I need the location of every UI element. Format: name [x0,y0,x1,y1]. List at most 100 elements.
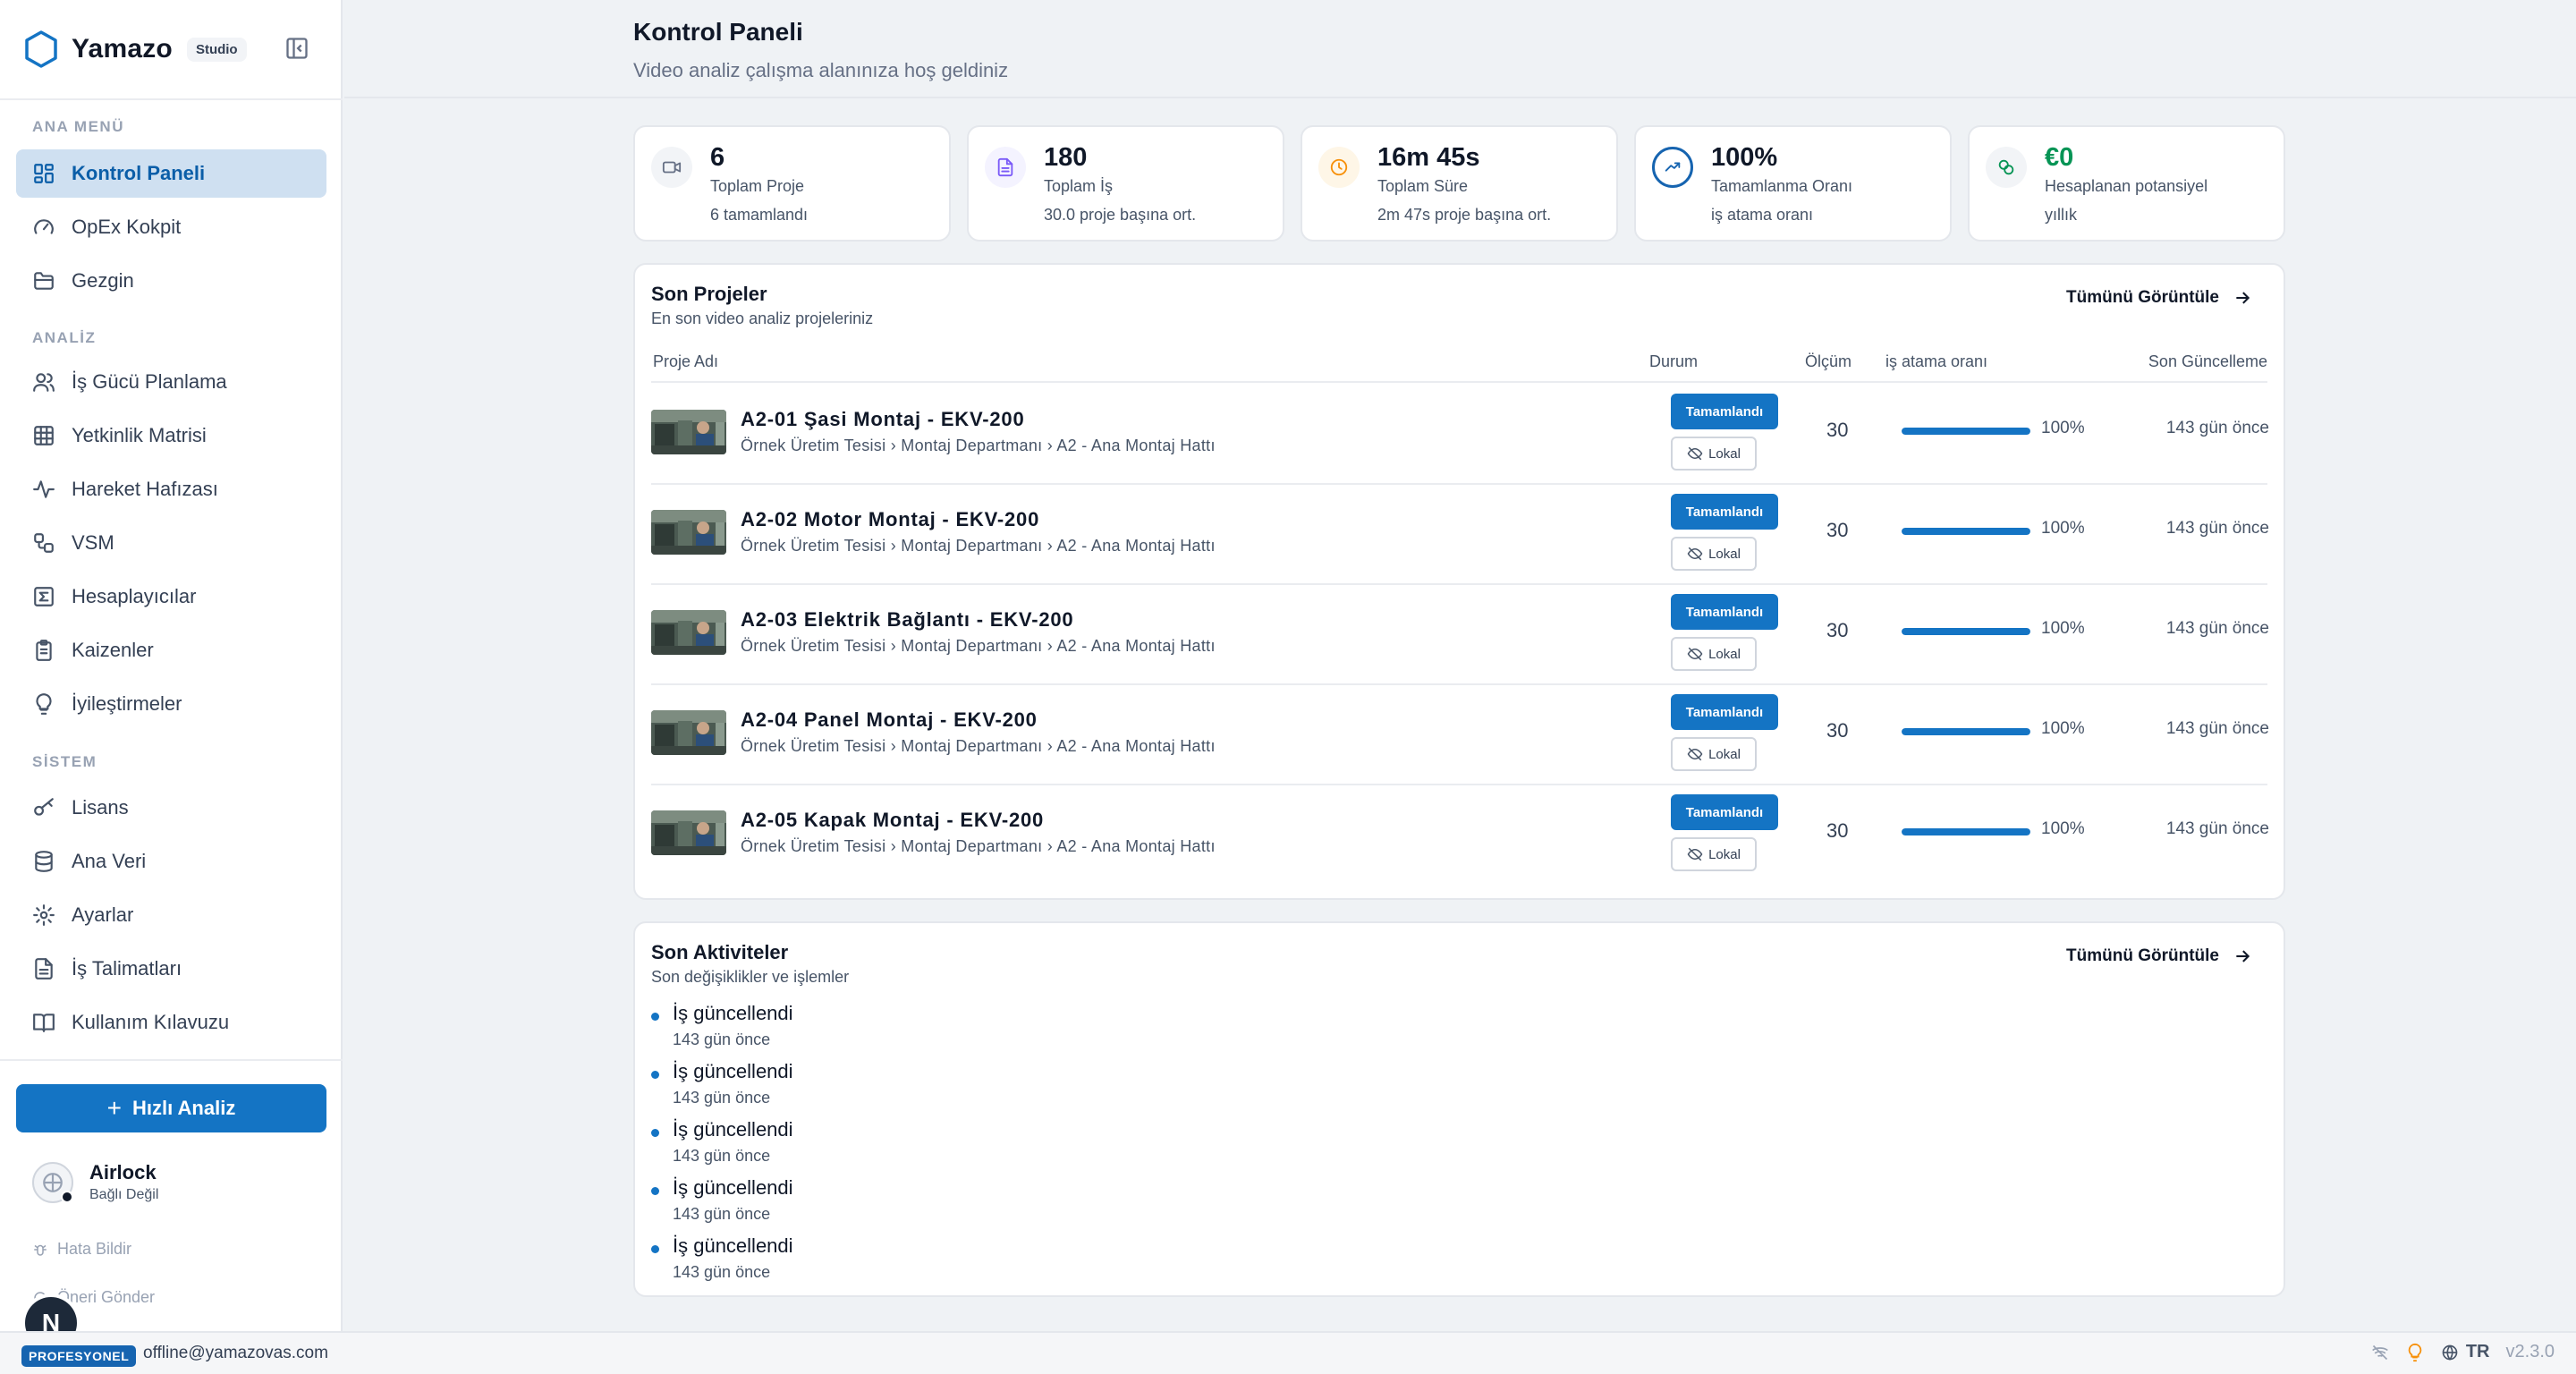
eye-off-icon [1687,647,1703,661]
progress-bar [1902,628,2030,635]
brand[interactable]: Yamazo Studio [23,29,247,70]
coins-icon [1986,147,2027,188]
projects-view-all-button[interactable]: Tümünü Görüntüle [2066,288,2251,308]
bug-icon [34,1244,47,1256]
sidebar-item-hareket-haf-zas-[interactable]: Hareket Hafızası [16,465,326,513]
bullet-icon [651,1129,659,1137]
sidebar-item-ayarlar[interactable]: Ayarlar [16,891,326,939]
bullet-icon [651,1245,659,1253]
col-header-rate[interactable]: iş atama oranı [1885,352,1987,371]
sidebar-item-i-g-c-planlama[interactable]: İş Gücü Planlama [16,358,326,406]
measure-count: 30 [1826,519,1849,541]
bullet-icon [651,1187,659,1195]
user-email: offline@yamazovas.com [143,1344,328,1362]
project-path: Örnek Üretim Tesisi › Montaj Departmanı … [741,537,1216,555]
progress-fill [1902,628,2030,635]
clipboard-icon [32,639,55,662]
activities-view-all-button[interactable]: Tümünü Görüntüle [2066,946,2251,966]
table-row[interactable]: A2-04 Panel Montaj - EKV-200 Örnek Üretim… [651,683,2269,784]
sidebar-item-label: İş Gücü Planlama [72,370,227,393]
sidebar-item-lisans[interactable]: Lisans [16,784,326,832]
globe-icon [2442,1344,2458,1361]
table-row[interactable]: A2-02 Motor Montaj - EKV-200 Örnek Üretim… [651,483,2269,583]
status-badge: Tamamlandı [1671,694,1778,730]
project-path: Örnek Üretim Tesisi › Montaj Departmanı … [741,637,1216,655]
language-selector[interactable]: TR [2441,1342,2490,1362]
crosshair-icon [43,1172,63,1192]
users-icon [32,370,55,394]
col-header-name[interactable]: Proje Adı [653,352,718,371]
sidebar-item-kullan-m-k-lavuzu[interactable]: Kullanım Kılavuzu [16,998,326,1047]
sidebar-item-kaizenler[interactable]: Kaizenler [16,626,326,674]
table-row[interactable]: A2-05 Kapak Montaj - EKV-200 Örnek Üretim… [651,784,2269,884]
status-badge: Tamamlandı [1671,394,1778,429]
sidebar-item-i-yile-tirmeler[interactable]: İyileştirmeler [16,680,326,728]
sidebar-item-ana-veri[interactable]: Ana Veri [16,837,326,886]
book-icon [32,1011,55,1034]
storage-label: Lokal [1708,546,1741,562]
sidebar-collapse-icon[interactable] [284,36,309,61]
section-label-analysis: ANALİZ [32,329,97,346]
plus-icon: + [106,1094,123,1122]
status-bar-right: TR v2.3.0 [2371,1342,2555,1362]
sidebar-item-label: Ana Veri [72,850,147,872]
table-row[interactable]: A2-01 Şasi Montaj - EKV-200 Örnek Üretim … [651,383,2269,483]
project-thumbnail [651,710,726,755]
activity-icon [32,478,55,501]
quick-analysis-button[interactable]: + Hızlı Analiz [16,1084,326,1132]
stat-value: 6 [710,143,725,172]
stat-card: 100% Tamamlanma Oranı iş atama oranı [1634,125,1952,242]
arrow-right-icon [2236,292,2250,304]
workflow-icon [32,531,55,555]
project-name: A2-02 Motor Montaj - EKV-200 [741,508,1040,530]
sidebar-item-gezgin[interactable]: Gezgin [16,257,326,305]
recent-activities-card: Son Aktiviteler Son değişiklikler ve işl… [633,921,2285,1297]
app-version: v2.3.0 [2505,1342,2555,1361]
col-header-status[interactable]: Durum [1649,352,1698,371]
project-thumbnail [651,810,726,855]
projects-subtitle: En son video analiz projeleriniz [651,310,874,327]
eye-off-icon [1687,446,1703,461]
progress-fill [1902,428,2030,435]
col-header-updated[interactable]: Son Güncelleme [2148,352,2267,371]
activity-time: 143 gün önce [673,1030,771,1048]
view-all-label: Tümünü Görüntüle [2066,946,2219,965]
sidebar-item-label: İyileştirmeler [72,692,182,715]
sidebar-item-opex-kokpit[interactable]: OpEx Kokpit [16,203,326,251]
stat-value: 100% [1711,143,1778,172]
stat-subtext: iş atama oranı [1711,206,1814,224]
activity-item: İş güncellendi 143 gün önce [651,1002,1009,1054]
col-header-measure[interactable]: Ölçüm [1805,352,1852,371]
sidebar-divider [0,98,343,100]
sidebar-item-kontrol-paneli[interactable]: Kontrol Paneli [16,149,326,198]
plan-badge: PROFESYONEL [21,1345,137,1367]
stat-value: 16m 45s [1377,143,1480,172]
table-row[interactable]: A2-03 Elektrik Bağlantı - EKV-200 Örnek Ü… [651,583,2269,683]
sidebar-item-i-talimatlar-[interactable]: İş Talimatları [16,945,326,993]
progress-fill [1902,828,2030,835]
activity-item: İş güncellendi 143 gün önce [651,1060,1009,1112]
last-updated: 143 gün önce [2165,819,2269,838]
sidebar-item-label: Ayarlar [72,903,134,926]
report-bug-link[interactable]: Hata Bildir [32,1240,131,1259]
wifi-off-icon[interactable] [2371,1344,2389,1361]
last-updated: 143 gün önce [2165,419,2269,437]
stat-card: 16m 45s Toplam Süre 2m 47s proje başına or… [1301,125,1618,242]
sidebar-item-label: VSM [72,531,114,554]
lightbulb-icon[interactable] [2405,1343,2425,1362]
trending-up-icon [1652,147,1693,188]
sidebar-item-yetkinlik-matrisi[interactable]: Yetkinlik Matrisi [16,411,326,460]
activity-text: İş güncellendi [673,1234,793,1257]
gear-icon [32,903,55,927]
airlock-status[interactable]: Airlock Bağlı Değil [32,1161,158,1203]
status-badge: Tamamlandı [1671,494,1778,530]
sidebar-item-label: Hareket Hafızası [72,478,218,500]
activity-item: İş güncellendi 143 gün önce [651,1176,1009,1228]
sidebar-item-hesaplay-c-lar[interactable]: Hesaplayıcılar [16,572,326,621]
page-subtitle: Video analiz çalışma alanınıza hoş geldi… [633,59,1009,81]
sidebar-item-vsm[interactable]: VSM [16,519,326,567]
status-dot [61,1190,73,1203]
sidebar-item-label: OpEx Kokpit [72,216,182,238]
status-badge: Tamamlandı [1671,594,1778,630]
view-all-label: Tümünü Görüntüle [2066,288,2219,307]
